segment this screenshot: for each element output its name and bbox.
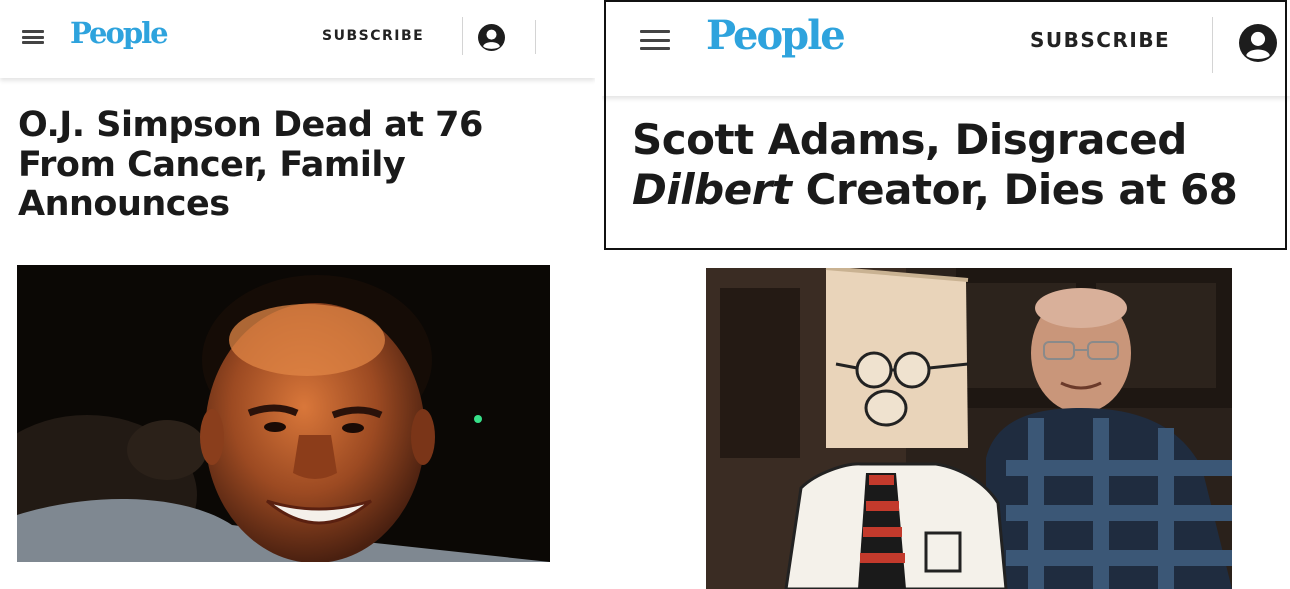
header-divider: [535, 20, 536, 54]
article-headline: Scott Adams, Disgraced Dilbert Creator, …: [632, 115, 1290, 216]
article-headline: O.J. Simpson Dead at 76 From Cancer, Fam…: [18, 105, 483, 225]
headline-text: Scott Adams, Disgraced: [632, 115, 1187, 164]
left-article-screenshot: People SUBSCRIBE O.J. Simpson Dead at 76…: [0, 0, 595, 589]
subscribe-button[interactable]: SUBSCRIBE: [322, 28, 424, 44]
headline-italic-text: Dilbert: [632, 165, 792, 215]
header-divider: [462, 17, 463, 55]
header-divider: [1212, 17, 1213, 73]
right-article-screenshot: People SUBSCRIBE Scott Adams, Disgraced …: [602, 0, 1290, 589]
article-photo[interactable]: [17, 265, 550, 562]
headline-text: Creator, Dies at 68: [791, 165, 1238, 215]
subscribe-button[interactable]: SUBSCRIBE: [1030, 28, 1170, 52]
people-logo[interactable]: People: [706, 12, 846, 59]
menu-icon[interactable]: [640, 30, 670, 50]
people-logo[interactable]: People: [70, 16, 169, 50]
site-header: People SUBSCRIBE: [602, 0, 1290, 96]
site-header: People SUBSCRIBE: [0, 0, 595, 78]
account-icon[interactable]: [478, 24, 505, 51]
menu-icon[interactable]: [22, 30, 44, 44]
account-icon[interactable]: [1239, 24, 1277, 62]
article-photo[interactable]: [706, 268, 1232, 589]
